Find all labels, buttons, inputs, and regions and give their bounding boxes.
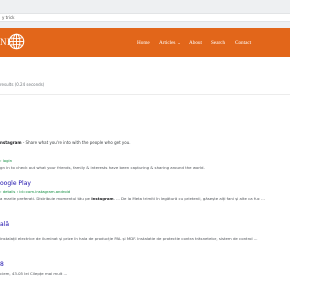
result-snippet: gn in to check out what your friends, fa… [0, 165, 205, 170]
snippet-bold: Instagram [91, 196, 114, 201]
address-bar[interactable]: y trick [0, 13, 290, 22]
nav-contact[interactable]: Contact [235, 39, 251, 47]
results-stats: results (0.24 seconds) [0, 82, 45, 87]
nav-articles-label: Articles [159, 40, 176, 46]
chevron-down-icon: ⌄ [177, 40, 181, 45]
snippet-text: . ... De la Meta trimiti în legătură cu … [113, 196, 265, 201]
nav-home[interactable]: Home [137, 39, 150, 47]
divider [0, 94, 290, 95]
nav-about[interactable]: About [189, 39, 202, 47]
result-snippet: nstagram - Share what you're into with t… [0, 140, 131, 145]
address-text: y trick [2, 15, 15, 20]
result-title[interactable]: 8 [0, 261, 4, 268]
snippet-text: a marile preferati. Distribuie momentul … [0, 196, 92, 201]
result-title[interactable]: oogle Play [0, 180, 31, 187]
globe-icon[interactable] [8, 33, 25, 50]
result-url[interactable]: › details › id=com.instagram.android [0, 189, 70, 194]
site-navbar: NE Home Articles ⌄ About Search Contact [0, 28, 290, 57]
snippet-bold: nstagram [0, 140, 22, 145]
result-snippet: instalații electrice de iluminat și priz… [0, 236, 258, 241]
nav-search[interactable]: Search [211, 39, 225, 47]
result-title[interactable]: ală [0, 221, 9, 228]
result-snippet: ciem, 43.05 lei Cilepțe mai mult ... [0, 271, 68, 276]
result-snippet: a marile preferati. Distribuie momentul … [0, 196, 265, 201]
nav-articles[interactable]: Articles ⌄ [159, 39, 181, 47]
snippet-text: - Share what you're into with the people… [21, 140, 131, 145]
result-url[interactable]: › login [0, 158, 12, 163]
